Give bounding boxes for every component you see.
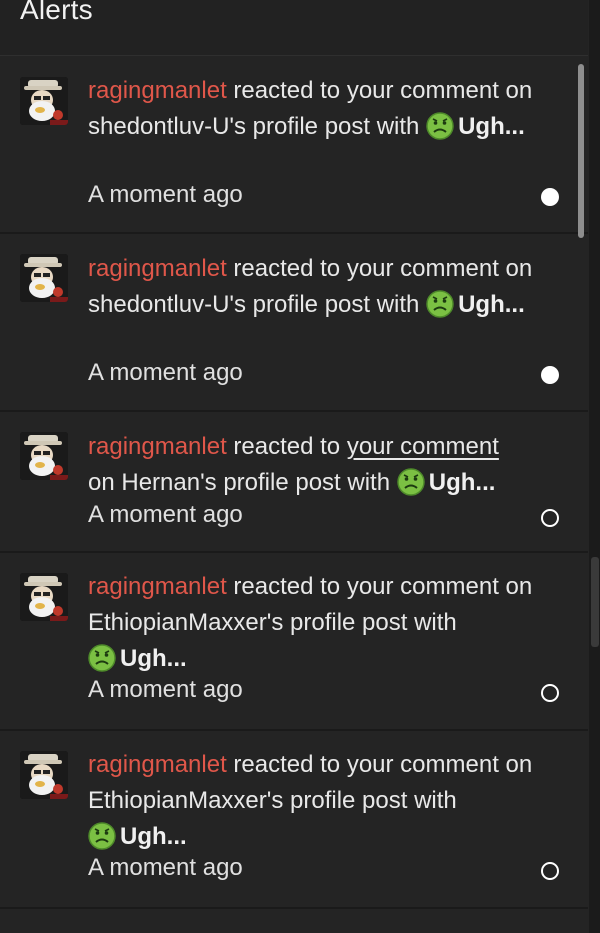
alert-list: ragingmanlet reacted to your comment on …: [0, 56, 588, 909]
avatar[interactable]: [20, 432, 68, 480]
alert-item[interactable]: ragingmanlet reacted to your comment on …: [0, 412, 588, 553]
sick-face-icon: [88, 644, 116, 672]
reaction: Ugh...: [426, 112, 525, 140]
avatar[interactable]: [20, 254, 68, 302]
avatar-image: [20, 77, 68, 125]
avatar[interactable]: [20, 77, 68, 125]
alert-username-link[interactable]: ragingmanlet: [88, 751, 227, 778]
alert-item[interactable]: ragingmanlet reacted to your comment on …: [0, 56, 588, 234]
alert-text: ragingmanlet reacted to your comment on …: [88, 251, 553, 323]
alert-username-link[interactable]: ragingmanlet: [88, 573, 227, 600]
page-scrollbar-thumb[interactable]: [591, 557, 599, 647]
read-circle-icon[interactable]: [541, 862, 559, 880]
alert-content-link[interactable]: your comment: [347, 433, 499, 460]
alert-timestamp: A moment ago: [88, 181, 243, 208]
reaction-label: Ugh...: [428, 469, 496, 496]
avatar-image: [20, 432, 68, 480]
alert-item[interactable]: ragingmanlet reacted to your comment on …: [0, 553, 588, 731]
reaction: Ugh...: [426, 290, 525, 318]
alerts-header: Alerts: [0, 0, 588, 56]
alert-text: ragingmanlet reacted to your comment on …: [88, 569, 553, 677]
avatar-image: [20, 573, 68, 621]
sick-face-icon: [397, 468, 425, 496]
alert-username-link[interactable]: ragingmanlet: [88, 255, 227, 282]
alerts-page: Alerts ragingmanlet reacted to your comm…: [0, 0, 600, 933]
alert-timestamp: A moment ago: [88, 359, 243, 386]
alert-action-text: reacted to: [226, 433, 347, 460]
alert-timestamp: A moment ago: [88, 501, 243, 528]
avatar[interactable]: [20, 751, 68, 799]
alert-timestamp: A moment ago: [88, 854, 243, 881]
unread-dot-icon[interactable]: [541, 188, 559, 206]
reaction: Ugh...: [88, 644, 187, 672]
alert-text: ragingmanlet reacted to your comment on …: [88, 429, 553, 501]
reaction-label: Ugh...: [120, 823, 187, 850]
unread-dot-icon[interactable]: [541, 366, 559, 384]
read-circle-icon[interactable]: [541, 509, 559, 527]
page-scrollbar-track[interactable]: [589, 0, 600, 933]
alert-username-link[interactable]: ragingmanlet: [88, 77, 227, 104]
page-title: Alerts: [20, 0, 93, 25]
alert-action-text: on Hernan's profile post with: [88, 469, 397, 496]
reaction: Ugh...: [88, 822, 187, 850]
alert-username-link[interactable]: ragingmanlet: [88, 433, 227, 460]
reaction-label: Ugh...: [458, 113, 525, 140]
reaction-label: Ugh...: [120, 645, 187, 672]
sick-face-icon: [426, 290, 454, 318]
alerts-scrollbar-thumb[interactable]: [578, 64, 584, 238]
read-circle-icon[interactable]: [541, 684, 559, 702]
reaction: Ugh...: [397, 468, 496, 496]
reaction-label: Ugh...: [458, 291, 525, 318]
alert-text: ragingmanlet reacted to your comment on …: [88, 747, 553, 855]
avatar-image: [20, 254, 68, 302]
alert-item[interactable]: ragingmanlet reacted to your comment on …: [0, 234, 588, 412]
alert-item[interactable]: ragingmanlet reacted to your comment on …: [0, 731, 588, 909]
sick-face-icon: [88, 822, 116, 850]
avatar[interactable]: [20, 573, 68, 621]
avatar-image: [20, 751, 68, 799]
alert-text: ragingmanlet reacted to your comment on …: [88, 73, 553, 145]
sick-face-icon: [426, 112, 454, 140]
alert-timestamp: A moment ago: [88, 676, 243, 703]
